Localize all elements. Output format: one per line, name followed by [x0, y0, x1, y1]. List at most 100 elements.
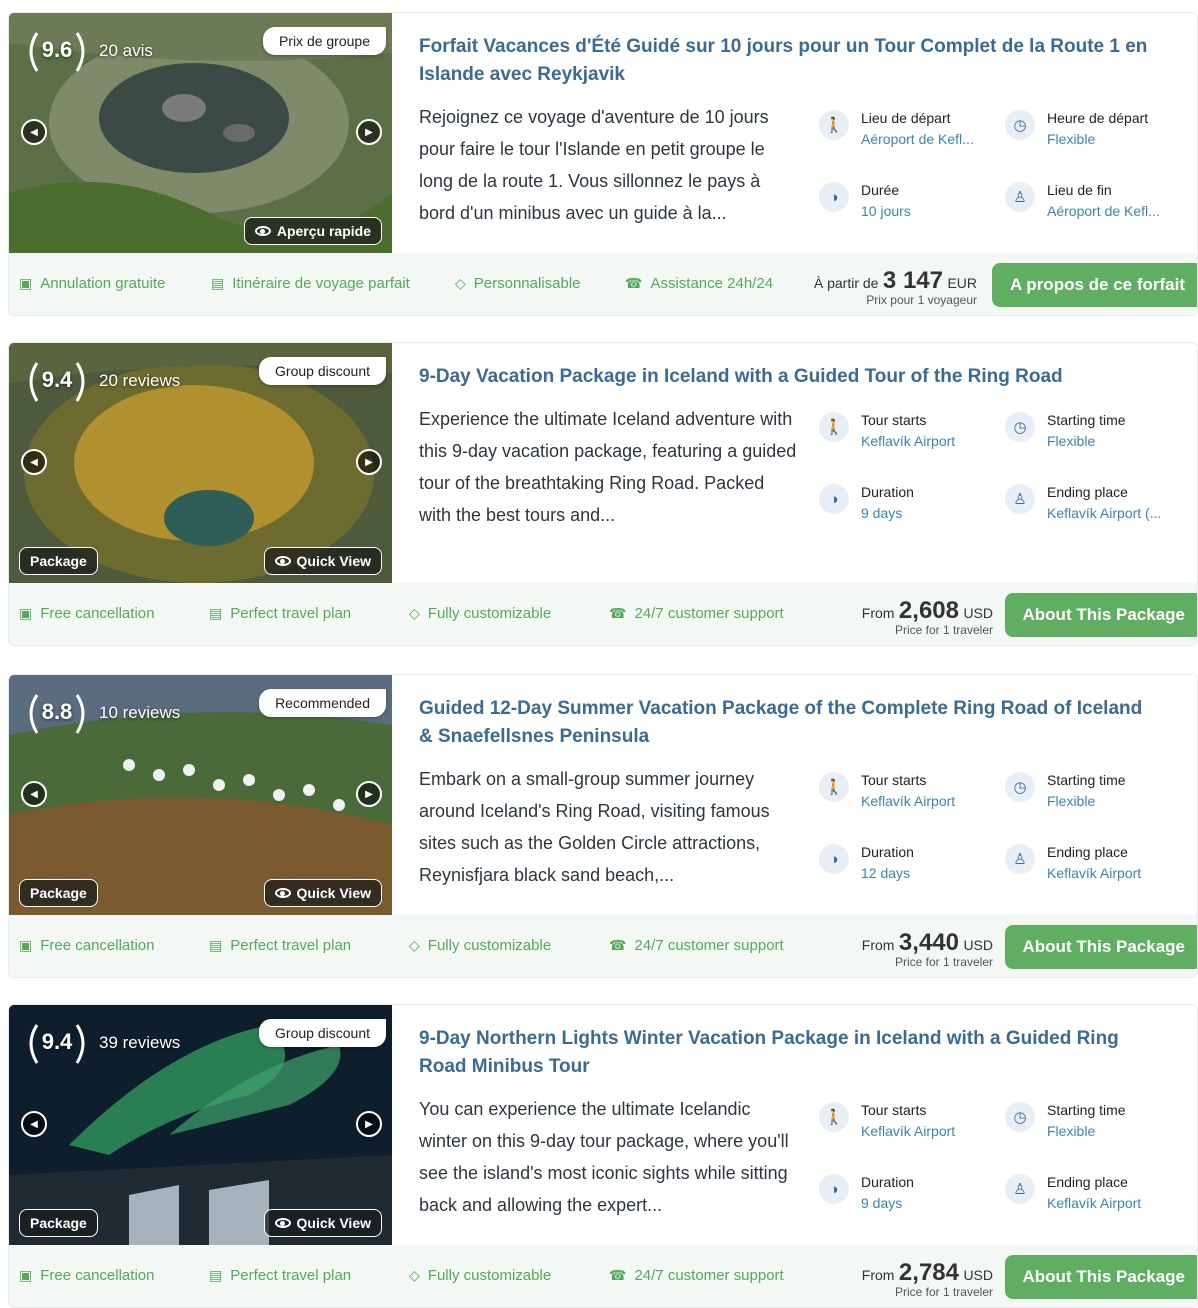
feature-customizable: ◇ Fully customizable — [409, 605, 552, 622]
rating: 9.4 20 reviews — [23, 355, 180, 407]
eye-icon — [274, 556, 291, 566]
tour-title[interactable]: 9-Day Northern Lights Winter Vacation Pa… — [419, 1025, 1159, 1081]
tour-image[interactable]: 9.6 20 avis Prix de groupe ◀ ▶ Aperçu ra… — [9, 13, 392, 253]
duration-icon: ◑ — [819, 182, 849, 212]
price-amount: 3 147 — [882, 267, 943, 294]
about-package-button[interactable]: About This Package — [1004, 1255, 1197, 1299]
rating-score: 9.4 — [41, 1029, 73, 1054]
time-value: Flexible — [1047, 131, 1096, 147]
tour-description: Experience the ultimate Iceland adventur… — [419, 409, 797, 525]
feature-travel-plan: ▤ Itinéraire de voyage parfait — [211, 275, 410, 292]
about-package-button[interactable]: A propos de ce forfait — [991, 263, 1197, 307]
prev-image-button[interactable]: ◀ — [21, 119, 47, 145]
card-footer: ▣ Free cancellation ▤ Perfect travel plan … — [9, 1245, 1197, 1307]
about-package-button[interactable]: About This Package — [1004, 925, 1197, 969]
tour-card[interactable]: 9.4 20 reviews Group discount ◀ ▶ Packag… — [8, 342, 1198, 646]
feature-support: ☎ 24/7 customer support — [609, 605, 784, 622]
info-duration: ◑ Duration 9 days — [819, 1172, 914, 1214]
feature-customizable: ◇ Personnalisable — [455, 275, 581, 292]
clock-icon: ◷ — [1005, 772, 1035, 802]
tour-card[interactable]: 8.8 10 reviews Recommended ◀ ▶ Package Q… — [8, 674, 1198, 978]
rating-score: 9.4 — [41, 367, 73, 392]
quick-view-button[interactable]: Quick View — [263, 547, 382, 575]
phone-icon: ☎ — [609, 605, 627, 621]
feature-cancellation: ▣ Annulation gratuite — [19, 275, 166, 292]
phone-icon: ☎ — [625, 275, 643, 291]
promo-badge: Recommended — [259, 689, 386, 717]
time-label: Heure de départ — [1047, 110, 1149, 126]
tour-title[interactable]: 9-Day Vacation Package in Iceland with a… — [419, 363, 1159, 391]
clock-icon: ◷ — [1005, 1102, 1035, 1132]
feature-support: ☎ 24/7 customer support — [609, 1267, 784, 1284]
quick-view-button[interactable]: Quick View — [263, 879, 382, 907]
calendar-icon: ▣ — [19, 1267, 33, 1283]
laurel-icon: 9.4 — [23, 355, 91, 407]
tour-card[interactable]: 9.6 20 avis Prix de groupe ◀ ▶ Aperçu ra… — [8, 12, 1198, 316]
laurel-icon: 8.8 — [23, 687, 91, 739]
info-time: ◷ Starting time Flexible — [1005, 410, 1126, 452]
feature-customizable: ◇ Fully customizable — [409, 1267, 552, 1284]
feature-travel-plan: ▤ Perfect travel plan — [209, 605, 352, 622]
about-package-button[interactable]: About This Package — [1004, 593, 1197, 637]
info-time: ◷ Heure de départ Flexible — [1005, 108, 1148, 150]
hiker-icon: 🚶 — [819, 110, 849, 140]
prev-image-button[interactable]: ◀ — [21, 1111, 47, 1137]
hiker-icon: 🚶 — [819, 772, 849, 802]
feature-cancellation: ▣ Free cancellation — [19, 937, 155, 954]
quick-view-label: Quick View — [296, 885, 371, 901]
person-icon: ♙ — [1005, 844, 1035, 874]
info-start: 🚶 Tour starts Keflavík Airport — [819, 1100, 955, 1142]
quick-view-button[interactable]: Aperçu rapide — [243, 217, 382, 245]
info-end: ♙ Ending place Keflavík Airport — [1005, 1172, 1141, 1214]
promo-badge: Prix de groupe — [262, 27, 386, 55]
info-time: ◷ Starting time Flexible — [1005, 1100, 1126, 1142]
tour-image[interactable]: 9.4 20 reviews Group discount ◀ ▶ Packag… — [9, 343, 392, 583]
tour-title[interactable]: Guided 12-Day Summer Vacation Package of… — [419, 695, 1159, 751]
price-block: From 2,784 USD Price for 1 traveler — [861, 1259, 993, 1299]
hiker-icon: 🚶 — [819, 412, 849, 442]
feature-travel-plan: ▤ Perfect travel plan — [209, 1267, 352, 1284]
tour-title[interactable]: Forfait Vacances d'Été Guidé sur 10 jour… — [419, 33, 1159, 89]
person-icon: ♙ — [1005, 484, 1035, 514]
person-icon: ♙ — [1005, 182, 1035, 212]
tour-image[interactable]: 9.4 39 reviews Group discount ◀ ▶ Packag… — [9, 1005, 392, 1245]
info-end: ♙ Ending place Keflavík Airport (... — [1005, 482, 1161, 524]
price-note: Prix pour 1 voyageur — [866, 293, 977, 307]
tour-description: Rejoignez ce voyage d'aventure de 10 jou… — [419, 107, 769, 223]
next-image-button[interactable]: ▶ — [356, 119, 382, 145]
quick-view-label: Quick View — [296, 1215, 371, 1231]
calendar-icon: ▣ — [19, 937, 33, 953]
next-image-button[interactable]: ▶ — [356, 449, 382, 475]
info-start: 🚶 Tour starts Keflavík Airport — [819, 770, 955, 812]
next-image-button[interactable]: ▶ — [356, 1111, 382, 1137]
review-count: 39 reviews — [99, 1033, 181, 1052]
review-count: 20 reviews — [99, 371, 181, 390]
package-chip: Package — [19, 1209, 98, 1237]
tag-icon: ◇ — [409, 1267, 420, 1283]
tour-card[interactable]: 9.4 39 reviews Group discount ◀ ▶ Packag… — [8, 1004, 1198, 1308]
quick-view-button[interactable]: Quick View — [263, 1209, 382, 1237]
tour-image[interactable]: 8.8 10 reviews Recommended ◀ ▶ Package Q… — [9, 675, 392, 915]
person-icon: ♙ — [1005, 1174, 1035, 1204]
package-chip: Package — [19, 879, 98, 907]
info-end: ♙ Lieu de fin Aéroport de Kefl... — [1005, 180, 1160, 222]
info-duration: ◑ Durée 10 jours — [819, 180, 911, 222]
next-image-button[interactable]: ▶ — [356, 781, 382, 807]
info-duration: ◑ Duration 12 days — [819, 842, 914, 884]
feature-support: ☎ Assistance 24h/24 — [625, 275, 774, 292]
duration-label: Durée — [861, 182, 900, 198]
laurel-icon: 9.4 — [23, 1017, 91, 1069]
promo-badge: Group discount — [259, 1019, 386, 1047]
feature-support: ☎ 24/7 customer support — [609, 937, 784, 954]
start-label: Lieu de départ — [861, 110, 951, 126]
quick-view-label: Quick View — [296, 553, 371, 569]
rating-score: 9.6 — [41, 37, 73, 62]
tag-icon: ◇ — [409, 605, 420, 621]
prev-image-button[interactable]: ◀ — [21, 781, 47, 807]
tour-description: You can experience the ultimate Icelandi… — [419, 1099, 789, 1215]
document-icon: ▤ — [211, 275, 225, 291]
phone-icon: ☎ — [609, 937, 627, 953]
package-chip: Package — [19, 547, 98, 575]
clock-icon: ◷ — [1005, 412, 1035, 442]
prev-image-button[interactable]: ◀ — [21, 449, 47, 475]
